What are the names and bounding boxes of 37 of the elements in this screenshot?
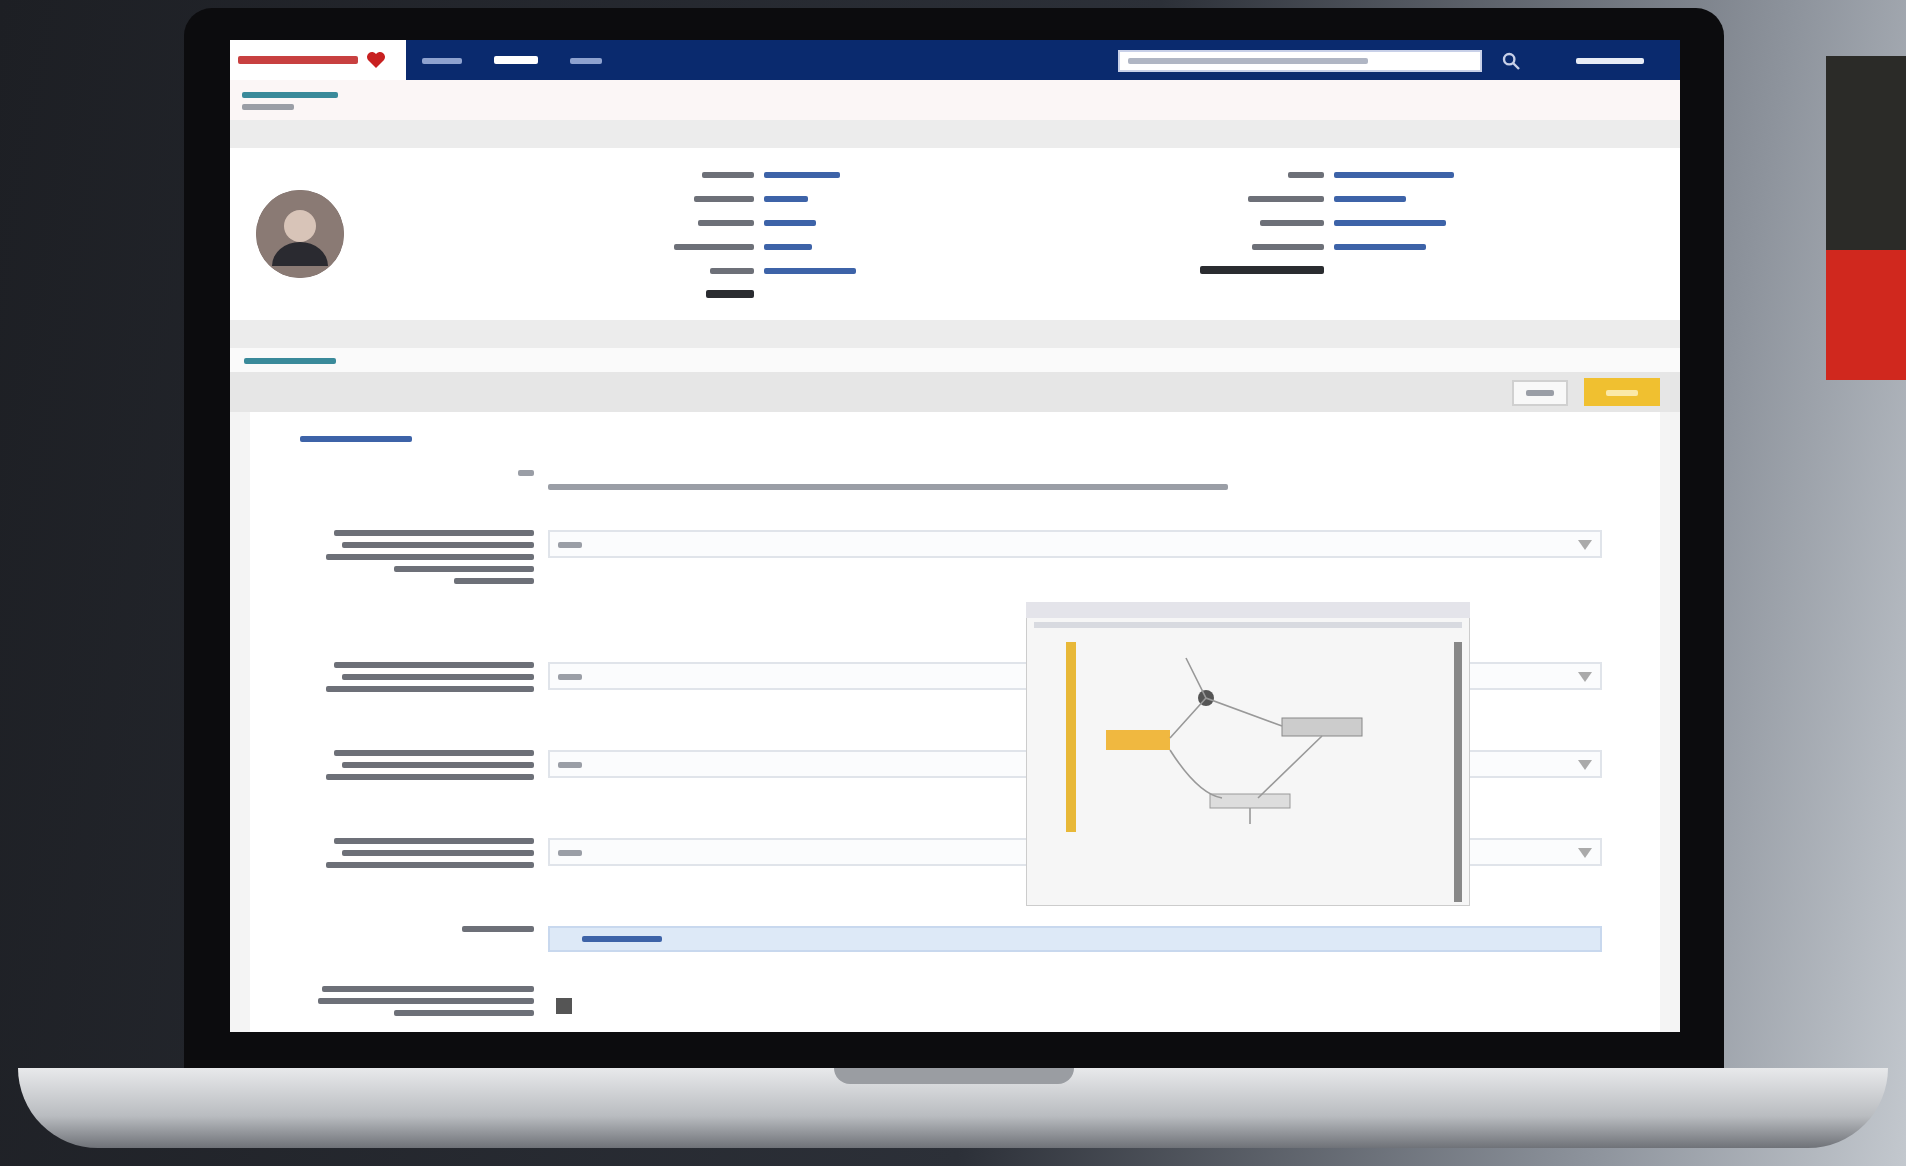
accent-block <box>1826 250 1906 380</box>
blurred-text <box>453 578 533 584</box>
blurred-text <box>1333 195 1405 201</box>
blurred-text <box>557 541 581 547</box>
heart-icon <box>365 50 385 70</box>
search-field[interactable] <box>1117 49 1481 71</box>
caret-icon <box>1577 671 1591 681</box>
blurred-text <box>393 1010 533 1016</box>
blurred-text <box>557 673 581 679</box>
blurred-text <box>1605 389 1637 395</box>
blurred-text <box>763 171 839 177</box>
checkbox[interactable] <box>555 998 571 1014</box>
search-icon[interactable] <box>1501 51 1519 69</box>
caret-icon <box>1577 759 1591 769</box>
blurred-text <box>557 761 581 767</box>
blurred-text <box>517 470 533 476</box>
blurred-text <box>763 219 815 225</box>
blurred-text <box>763 243 811 249</box>
blurred-text <box>461 926 533 932</box>
blurred-text <box>243 357 335 363</box>
blurred-text <box>393 566 533 572</box>
blurred-text <box>241 91 337 97</box>
blurred-text <box>241 103 293 109</box>
blurred-text <box>237 56 357 64</box>
blurred-text <box>1333 171 1453 177</box>
blurred-text <box>581 936 661 942</box>
blurred-text <box>763 195 807 201</box>
blurred-text <box>299 436 411 442</box>
blurred-text <box>1333 219 1445 225</box>
caret-icon <box>1577 539 1591 549</box>
blurred-text <box>1575 57 1643 63</box>
blurred-text <box>763 267 855 273</box>
blurred-text <box>557 849 581 855</box>
avatar <box>255 190 343 278</box>
blurred-text <box>1525 389 1553 395</box>
blurred-text <box>1333 243 1425 249</box>
caret-icon <box>1577 847 1591 857</box>
